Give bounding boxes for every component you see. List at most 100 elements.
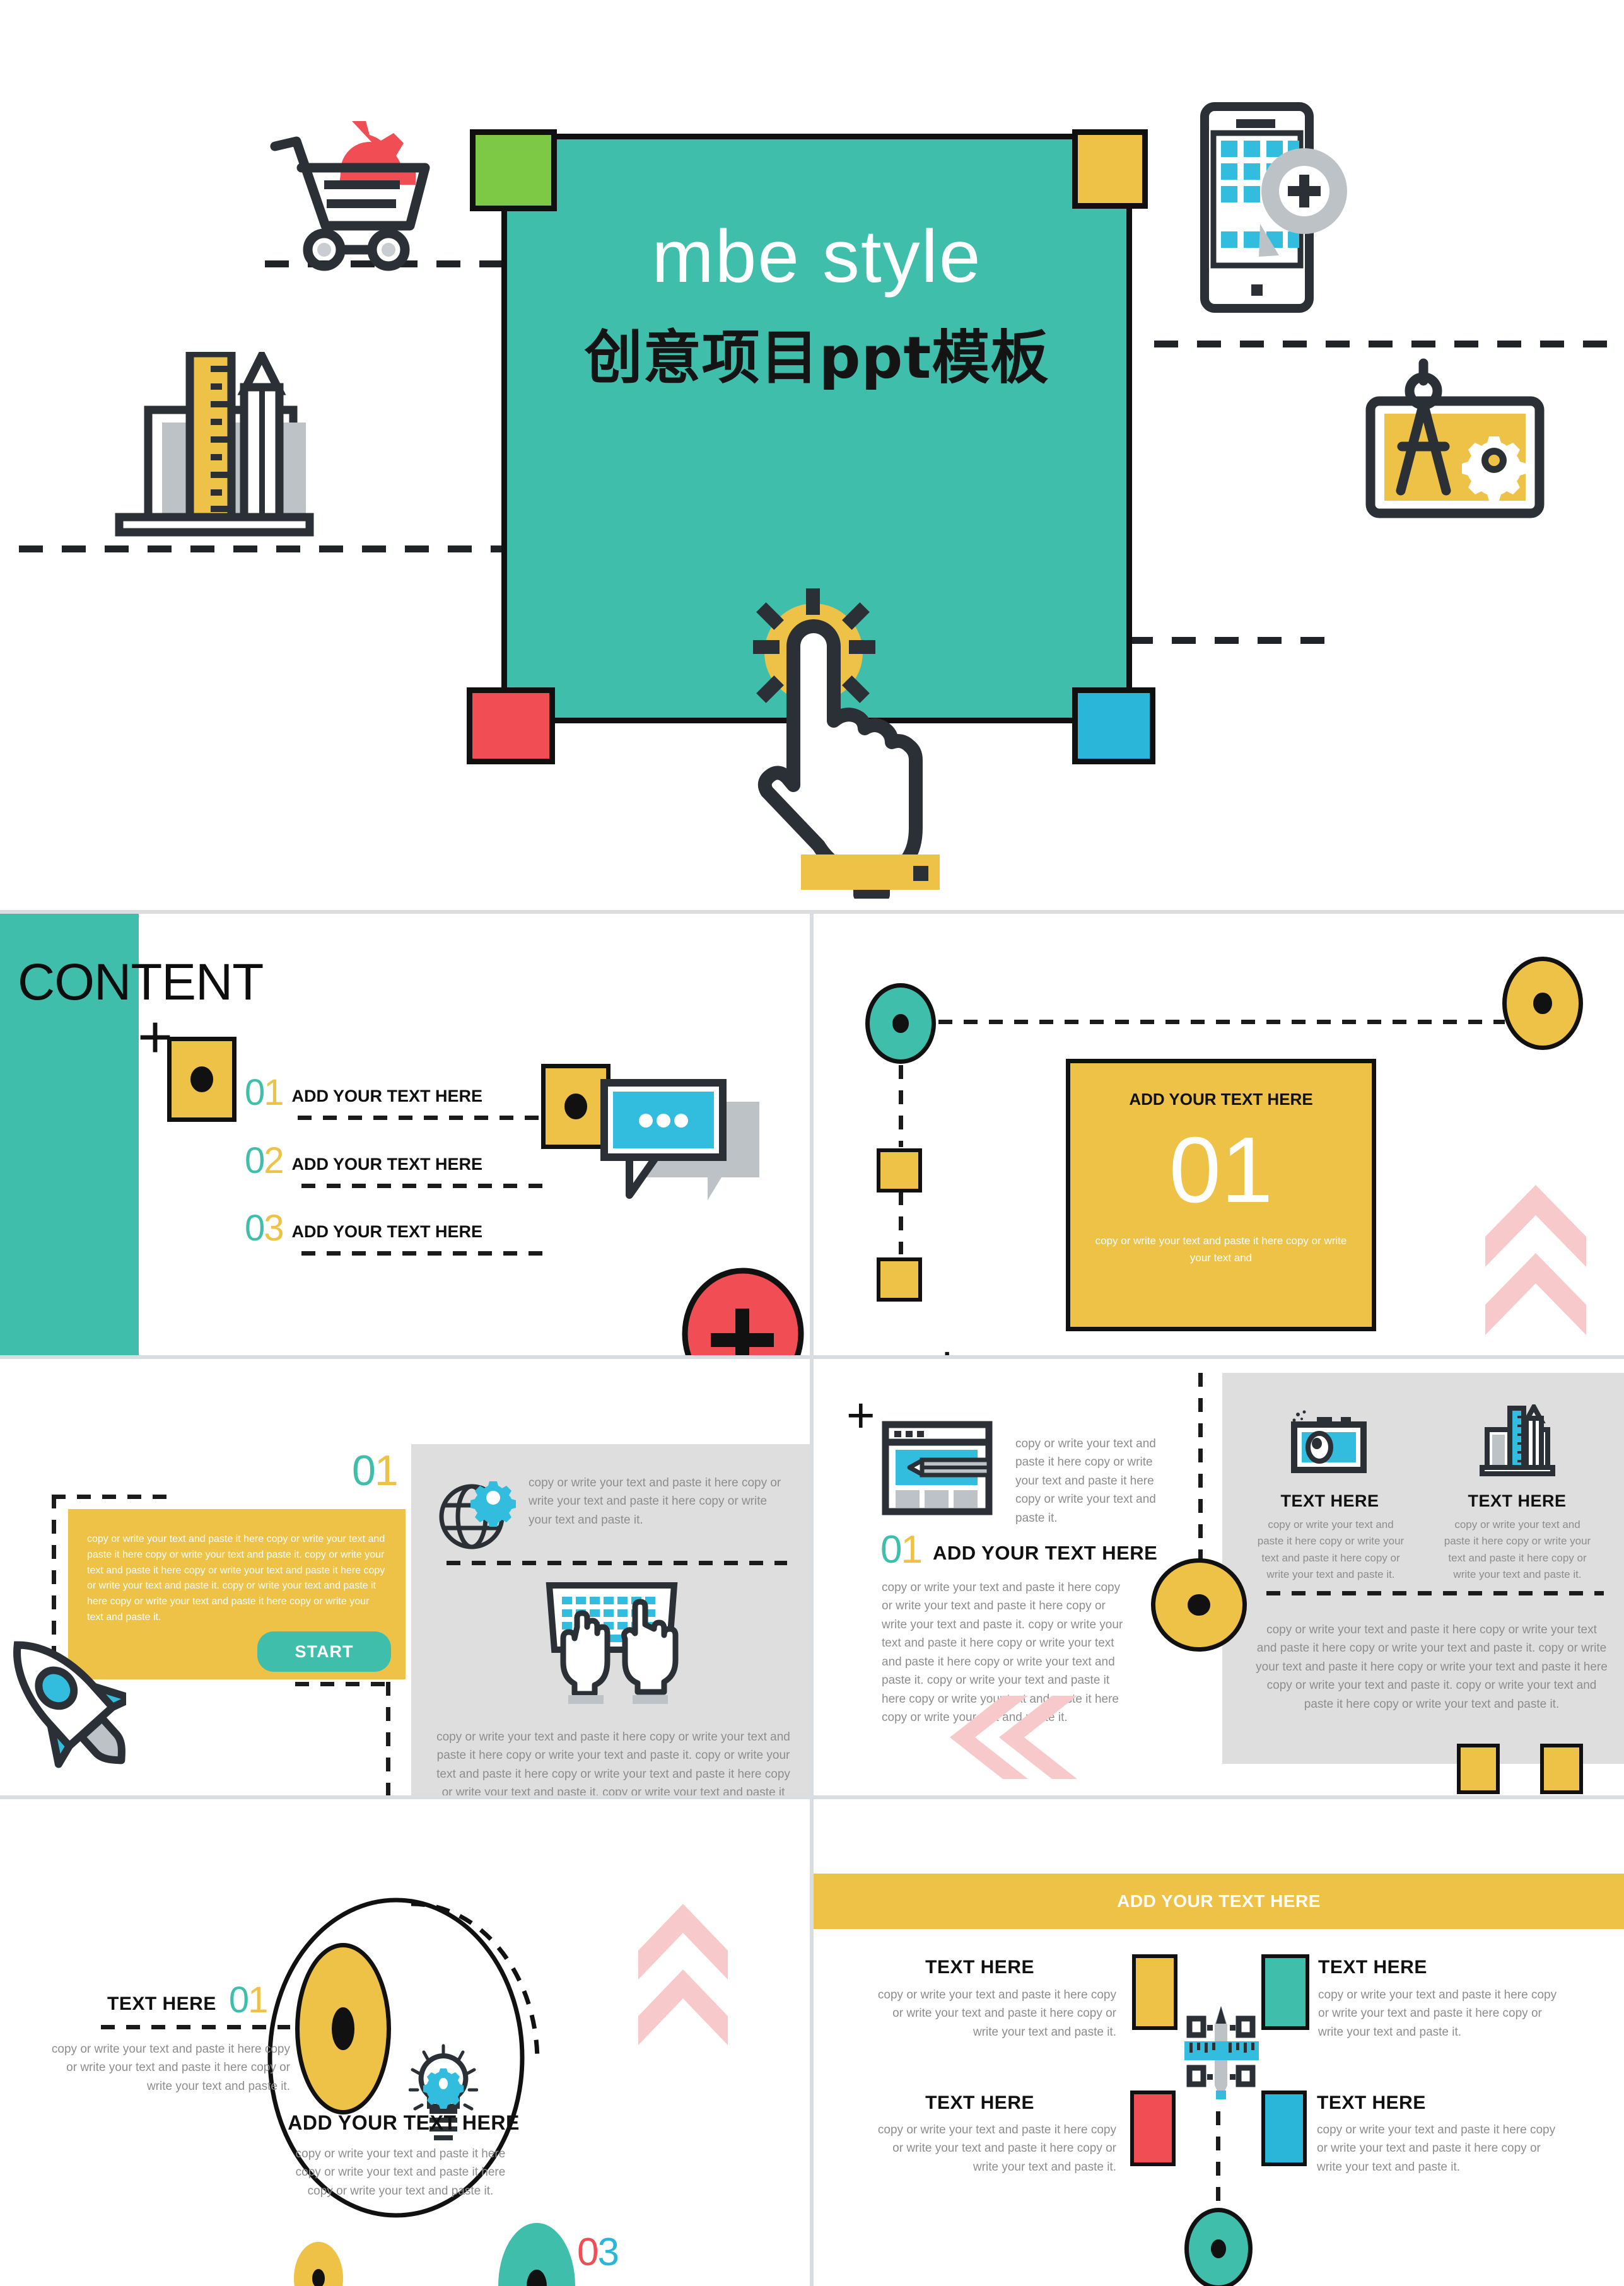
section-card-number: 01 <box>1169 1118 1273 1222</box>
speech-bubble-icon <box>600 1079 759 1200</box>
card-1-body: copy or write your text and paste it her… <box>1257 1519 1405 1581</box>
plane-item-1-body: copy or write your text and paste it her… <box>877 1988 1116 2039</box>
circle-item-1-underline <box>101 2025 290 2029</box>
dashed-connector-horizontal <box>938 1020 1505 1024</box>
content-item-3-label: ADD YOUR TEXT HERE <box>291 1222 483 1241</box>
yellow-dot-ellipse-icon <box>1502 957 1583 1050</box>
circle-item-1-number: 01 <box>228 1980 269 2021</box>
browser-slide-number: 01 <box>880 1528 923 1572</box>
plus-decoration: + <box>846 1387 875 1443</box>
section-card-body: copy or write your text and paste it her… <box>1095 1235 1347 1264</box>
building-ruler-icon <box>1480 1404 1555 1476</box>
circle-item-1-title: TEXT HERE <box>107 1993 216 2014</box>
content-item-1-number: 01 <box>245 1072 284 1113</box>
plane-item-4-title: TEXT HERE <box>1317 2092 1426 2113</box>
yellow-square-2 <box>877 1257 922 1302</box>
airplane-slide[interactable]: ADD YOUR TEXT HERE TEXT HERE copy or wri… <box>814 1799 1624 2286</box>
hand-pointer-lightbulb-icon <box>753 588 940 899</box>
content-item-3-number: 03 <box>245 1208 284 1249</box>
chevron-left-double-icon <box>950 1696 1077 1779</box>
plane-item-1-title: TEXT HERE <box>925 1957 1034 1978</box>
rocket-start-slide[interactable]: 01 copy or write your text and paste it … <box>0 1359 810 1795</box>
airplane-icon <box>1184 2006 1259 2099</box>
corner-square-green <box>470 129 557 211</box>
browser-heading: ADD YOUR TEXT HERE <box>932 1542 1158 1564</box>
content-item-3[interactable]: 03 ADD YOUR TEXT HERE <box>245 1210 482 1247</box>
dashed-line-right-top <box>1154 341 1624 347</box>
panel-divider <box>1266 1591 1604 1595</box>
panel-divider <box>447 1561 787 1565</box>
teal-dot-ellipse-icon <box>1184 2208 1253 2286</box>
plane-item-3-body: copy or write your text and paste it her… <box>877 2123 1116 2174</box>
compass-blueprint-gear-icon <box>1365 358 1545 518</box>
browser-body-text: copy or write your text and paste it her… <box>1015 1437 1156 1525</box>
content-item-2[interactable]: 02 ADD YOUR TEXT HERE <box>245 1143 482 1179</box>
card-1-title: TEXT HERE <box>1280 1491 1379 1510</box>
circle-center-body: copy or write your text and paste it her… <box>295 2147 506 2198</box>
plane-trail-dashed <box>1216 2111 1220 2212</box>
chevron-up-double-icon <box>1485 1185 1586 1335</box>
browser-pencil-icon <box>882 1421 993 1515</box>
globe-gear-icon <box>439 1481 516 1549</box>
content-item-2-number: 02 <box>245 1140 284 1181</box>
circle-center-heading: ADD YOUR TEXT HERE <box>288 2111 520 2134</box>
circle-item-1-body: copy or write your text and paste it her… <box>51 2043 290 2093</box>
plane-item-4-body: copy or write your text and paste it her… <box>1317 2123 1556 2174</box>
plane-item-3-title: TEXT HERE <box>925 2092 1034 2113</box>
plane-swatch-blue <box>1261 2091 1307 2166</box>
content-slide[interactable]: CONTENT + 01 ADD YOUR TEXT HERE 02 ADD Y… <box>0 914 810 1355</box>
card-2-body: copy or write your text and paste it her… <box>1444 1519 1591 1581</box>
dashed-vertical-divider <box>1198 1373 1203 1575</box>
corner-square-red <box>467 687 555 764</box>
dashed-line-left-middle <box>19 545 505 552</box>
content-item-1-underline <box>298 1116 550 1120</box>
keyboard-body-text: copy or write your text and paste it her… <box>436 1730 790 1795</box>
title-slide[interactable]: mbe style 创意项目ppt模板 <box>0 0 1624 910</box>
globe-body-text: copy or write your text and paste it her… <box>529 1476 781 1527</box>
mobile-phone-add-icon <box>1200 102 1347 313</box>
title-english: mbe style <box>651 215 982 298</box>
dashed-frame-top <box>52 1495 169 1499</box>
browser-cards-slide[interactable]: + copy or write your text and paste it h… <box>814 1359 1624 1795</box>
section-card-title: ADD YOUR TEXT HERE <box>1129 1090 1313 1109</box>
teal-dot-ellipse-icon <box>865 983 936 1064</box>
yellow-dot-ellipse-icon <box>1151 1558 1247 1652</box>
card-2-title: TEXT HERE <box>1468 1491 1567 1510</box>
yellow-dot-marker-left <box>167 1037 237 1122</box>
content-item-1[interactable]: 01 ADD YOUR TEXT HERE <box>245 1075 482 1111</box>
content-item-2-underline <box>301 1184 554 1188</box>
dashed-connector-vertical-bottom <box>899 1191 903 1254</box>
content-item-1-label: ADD YOUR TEXT HERE <box>291 1087 483 1105</box>
corner-square-yellow <box>1072 129 1148 209</box>
start-button[interactable]: START <box>257 1631 391 1672</box>
building-ruler-pencil-icon <box>115 352 314 537</box>
title-chinese: 创意项目ppt模板 <box>584 324 1049 392</box>
section-01-slide[interactable]: + ADD YOUR TEXT HERE 01 copy or write yo… <box>814 914 1624 1355</box>
content-item-3-underline <box>301 1251 554 1256</box>
dashed-line-right-middle <box>1129 637 1324 644</box>
panel-body-text: copy or write your text and paste it her… <box>1256 1623 1608 1711</box>
keyboard-hands-icon <box>546 1582 679 1704</box>
yellow-square-1 <box>1457 1744 1500 1794</box>
slide-deck: mbe style 创意项目ppt模板 CONTENT + 01 ADD YOU… <box>0 0 1624 2286</box>
circle-node-02 <box>294 2242 343 2286</box>
circle-node-01 <box>295 1943 391 2114</box>
corner-square-blue <box>1072 687 1155 764</box>
circle-item-1-header: TEXT HERE 01 <box>107 1980 269 2021</box>
plane-swatch-red <box>1130 2091 1176 2166</box>
plus-circle-icon <box>682 1268 804 1355</box>
plus-decoration: + <box>931 1338 963 1356</box>
circle-item-3-number: 03 <box>577 2231 619 2274</box>
plane-item-2-title: TEXT HERE <box>1318 1957 1427 1978</box>
circle-diagram-slide[interactable]: TEXT HERE 01 copy or write your text and… <box>0 1799 810 2286</box>
shopping-cart-gear-icon <box>270 121 430 271</box>
section-number-card[interactable]: ADD YOUR TEXT HERE 01 copy or write your… <box>1066 1059 1376 1331</box>
rocket-icon <box>13 1641 126 1768</box>
banner-title: ADD YOUR TEXT HERE <box>814 1874 1624 1929</box>
circle-node-03 <box>498 2223 575 2286</box>
plane-swatch-yellow <box>1132 1954 1177 2030</box>
dashed-frame-right <box>386 1682 390 1795</box>
slide-number: 01 <box>352 1447 399 1495</box>
content-item-2-label: ADD YOUR TEXT HERE <box>291 1155 483 1174</box>
browser-heading-row: 01 ADD YOUR TEXT HERE <box>880 1531 1157 1570</box>
